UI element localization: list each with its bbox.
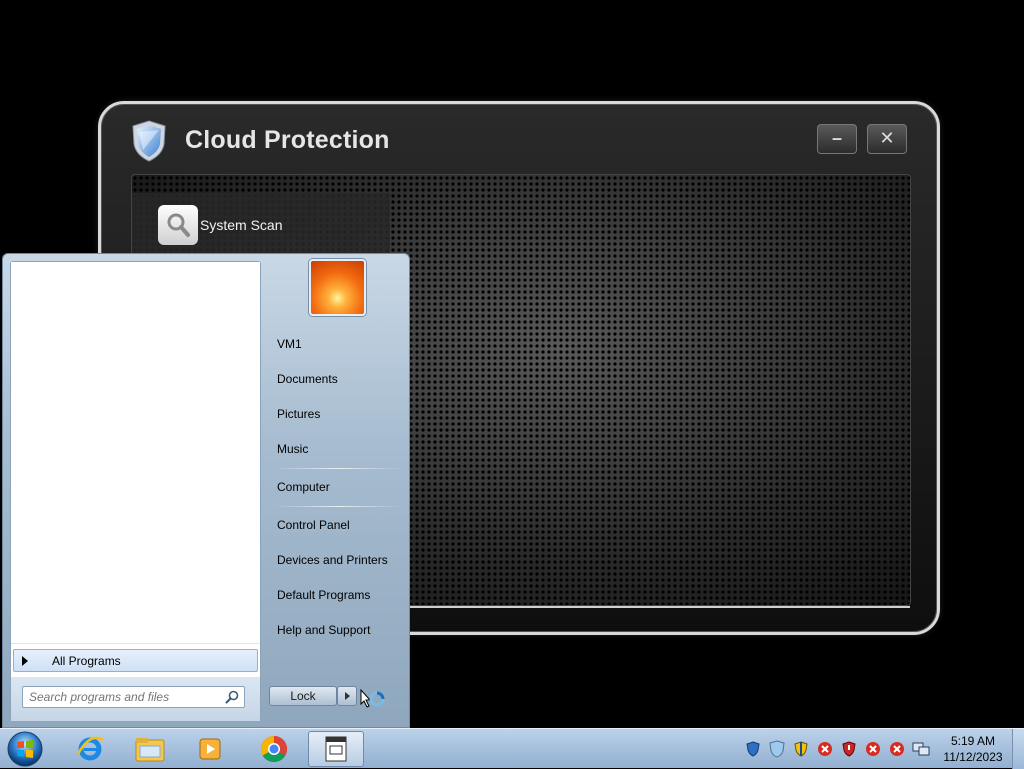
close-button[interactable]: ✕ (867, 124, 907, 154)
cloud-protection-taskbar-button[interactable] (308, 731, 364, 767)
separator (273, 468, 403, 469)
search-input[interactable] (29, 689, 219, 705)
clock-time: 5:19 AM (950, 734, 996, 748)
start-menu-left-pane: All Programs (10, 261, 261, 721)
chrome-taskbar-button[interactable] (246, 731, 302, 767)
search-area (11, 677, 260, 721)
program-list (11, 262, 260, 642)
chrome-icon (260, 735, 288, 763)
start-menu: All Programs VM1 Documents Pictures Musi… (2, 253, 410, 728)
control-panel-link[interactable]: Control Panel (277, 514, 350, 536)
security-shield-icon[interactable] (743, 739, 763, 759)
user-avatar[interactable] (309, 259, 366, 316)
minimize-button[interactable]: – (817, 124, 857, 154)
search-box[interactable] (22, 686, 245, 708)
magnifier-icon (158, 205, 198, 245)
file-explorer-taskbar-button[interactable] (122, 731, 178, 767)
clock-date: 11/12/2023 (943, 750, 1003, 764)
all-programs-button[interactable]: All Programs (13, 649, 258, 672)
system-tray (743, 737, 935, 761)
default-programs-link[interactable]: Default Programs (277, 584, 370, 606)
action-center-flag-icon[interactable] (791, 739, 811, 759)
network-icon[interactable] (911, 739, 931, 759)
error-icon[interactable] (887, 739, 907, 759)
internet-explorer-icon (76, 736, 104, 761)
start-menu-right-pane: VM1 Documents Pictures Music Computer Co… (265, 254, 411, 729)
computer-link[interactable]: Computer (277, 476, 330, 498)
antivirus-alert-icon[interactable] (839, 739, 859, 759)
documents-link[interactable]: Documents (277, 368, 338, 390)
divider (11, 643, 260, 644)
media-player-icon (199, 738, 221, 760)
pictures-link[interactable]: Pictures (277, 403, 320, 425)
file-explorer-icon (135, 738, 165, 762)
user-folder-link[interactable]: VM1 (277, 333, 302, 355)
window-title: Cloud Protection (185, 126, 390, 154)
taskbar: 5:19 AM 11/12/2023 (0, 728, 1024, 769)
error-icon[interactable] (815, 739, 835, 759)
cloud-protection-app-icon (325, 736, 347, 762)
all-programs-label: All Programs (52, 653, 121, 668)
minimize-icon: – (831, 128, 842, 148)
help-support-link[interactable]: Help and Support (277, 619, 370, 641)
start-button[interactable] (5, 730, 45, 768)
arrow-right-icon (22, 655, 28, 666)
error-icon[interactable] (863, 739, 883, 759)
close-icon: ✕ (879, 128, 895, 148)
internet-explorer-taskbar-button[interactable] (62, 731, 118, 767)
cloud-protection-tray-icon[interactable] (767, 739, 787, 759)
sidebar-item-label: System Scan (200, 217, 283, 233)
lock-button[interactable]: Lock (269, 686, 337, 706)
desktop: Cloud Protection – ✕ System Scan All Pro… (0, 0, 1024, 728)
search-icon[interactable] (225, 690, 239, 704)
busy-cursor-icon (360, 689, 385, 708)
sidebar-item-system-scan[interactable]: System Scan (158, 205, 282, 245)
devices-printers-link[interactable]: Devices and Printers (277, 549, 388, 571)
show-desktop-button[interactable] (1012, 729, 1024, 769)
music-link[interactable]: Music (277, 438, 308, 460)
shield-logo-icon (132, 120, 166, 162)
shutdown-options-arrow-button[interactable] (337, 686, 357, 706)
separator (273, 506, 403, 507)
system-clock[interactable]: 5:19 AM 11/12/2023 (938, 733, 1008, 765)
media-player-taskbar-button[interactable] (182, 731, 238, 767)
